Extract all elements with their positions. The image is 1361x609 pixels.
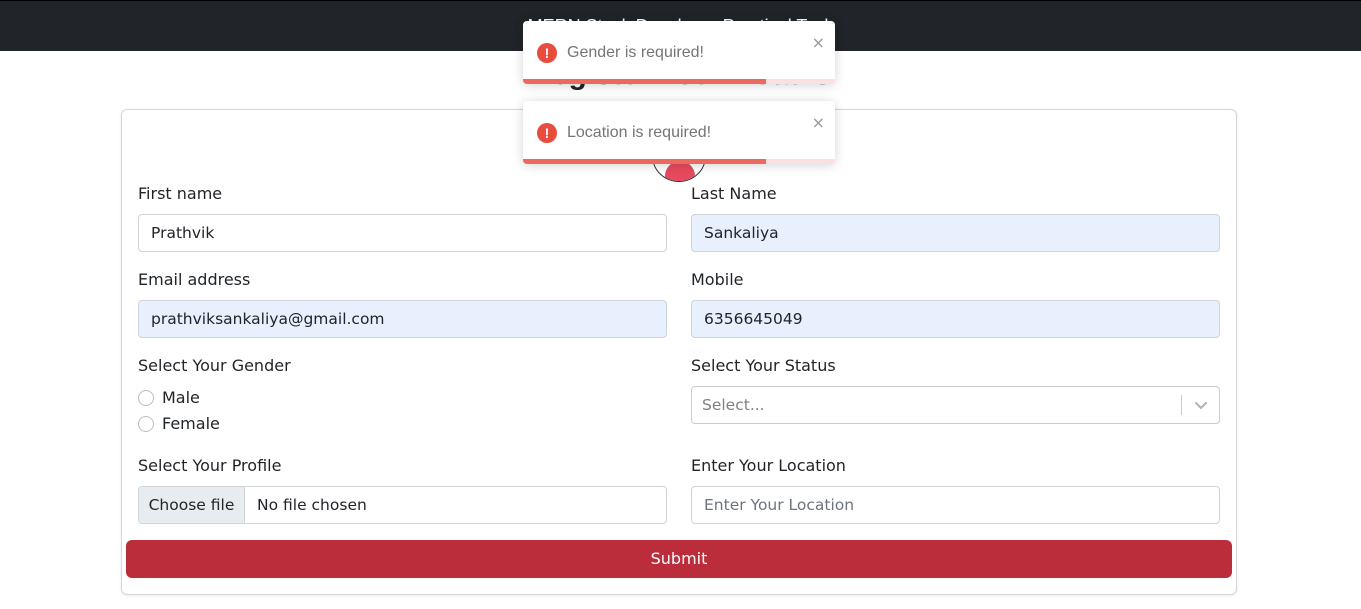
toast-location-error[interactable]: ! Location is required! × [523,101,835,164]
close-icon[interactable]: × [812,113,825,132]
first-name-label: First name [138,184,223,203]
mobile-label: Mobile [691,270,744,289]
toast-gender-error[interactable]: ! Gender is required! × [523,21,835,84]
exclamation-icon: ! [537,43,557,63]
male-radio-label: Male [162,388,200,407]
exclamation-icon: ! [537,123,557,143]
male-radio[interactable] [138,389,154,406]
toast-message: Gender is required! [567,44,704,61]
email-label: Email address [138,270,251,289]
profile-file-input[interactable]: Choose file No file chosen [138,486,667,524]
email-field[interactable]: prathviksankaliya@gmail.com [138,300,667,338]
avatar-icon [665,161,695,181]
status-select-placeholder: Select... [702,396,765,414]
status-select[interactable]: Select... [691,386,1220,424]
location-label: Enter Your Location [691,456,846,475]
last-name-label: Last Name [691,184,777,203]
toast-message: Location is required! [567,124,712,141]
close-icon[interactable]: × [812,33,825,52]
choose-file-button[interactable]: Choose file [139,487,245,523]
location-field[interactable]: Enter Your Location [691,486,1220,524]
female-radio-label: Female [162,414,220,433]
submit-button[interactable]: Submit [126,540,1232,578]
gender-label: Select Your Gender [138,356,291,375]
chevron-down-icon[interactable] [1191,395,1211,415]
status-label: Select Your Status [691,356,836,375]
last-name-field[interactable]: Sankaliya [691,214,1220,252]
profile-label: Select Your Profile [138,456,282,475]
toast-progress-bar [523,159,767,164]
female-radio[interactable] [138,415,154,432]
location-placeholder: Enter Your Location [704,496,855,514]
toast-progress-bar [523,79,767,84]
first-name-field[interactable]: Prathvik [138,214,667,252]
gender-option-male[interactable]: Male [138,388,200,407]
file-status-text: No file chosen [257,496,367,514]
gender-option-female[interactable]: Female [138,414,220,433]
select-indicator-separator [1181,395,1182,415]
mobile-field[interactable]: 6356645049 [691,300,1220,338]
